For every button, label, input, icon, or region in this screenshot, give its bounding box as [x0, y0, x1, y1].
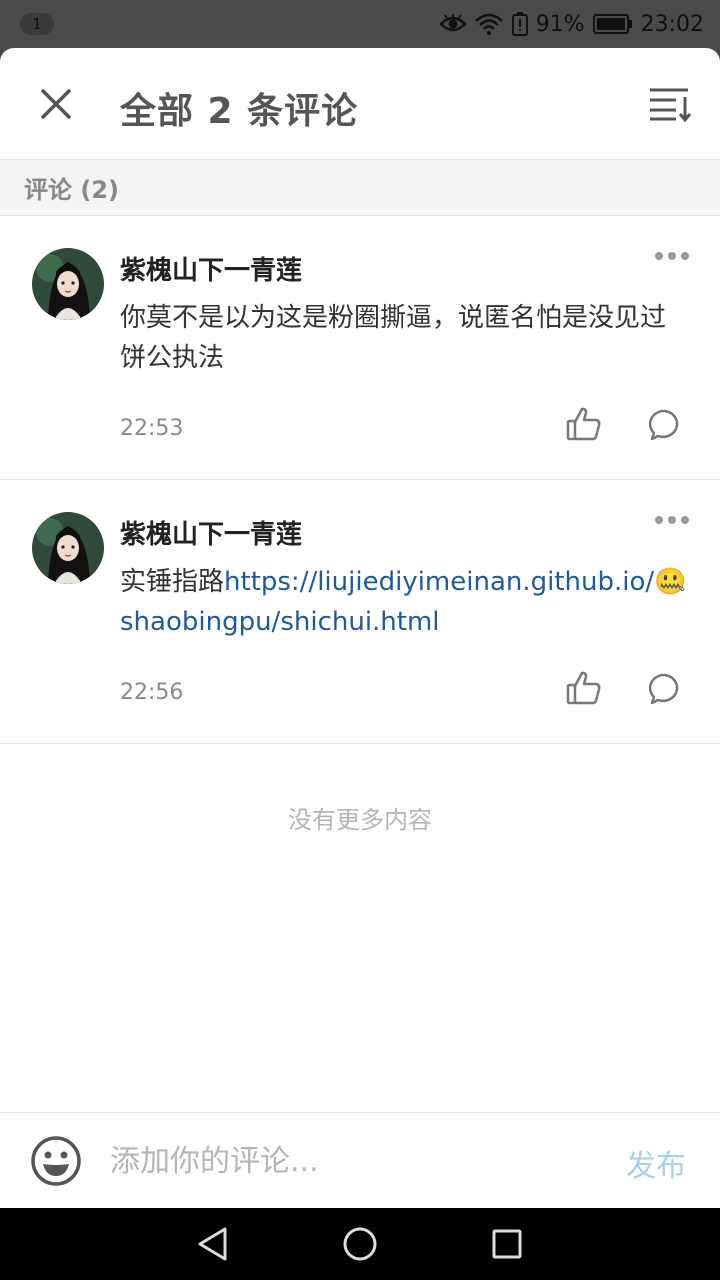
- notification-count-badge: 1: [20, 13, 54, 35]
- comment-item: 紫槐山下一青莲 实锤指路https://liujiediyimeinan.git…: [0, 480, 720, 744]
- publish-button[interactable]: 发布: [626, 1141, 686, 1185]
- comment-username[interactable]: 紫槐山下一青莲: [120, 250, 302, 287]
- status-icons: 91% 23:02: [439, 11, 704, 37]
- avatar[interactable]: [32, 248, 104, 320]
- home-button[interactable]: [340, 1224, 380, 1264]
- sheet-header: 全部 2 条评论: [0, 48, 720, 160]
- reply-button[interactable]: [648, 672, 682, 706]
- home-circle-icon: [343, 1227, 377, 1261]
- avatar[interactable]: [32, 512, 104, 584]
- battery-icon: [592, 14, 632, 34]
- comment-input-bar: 发布: [0, 1112, 720, 1208]
- status-bar: 1 91% 23:02: [0, 0, 720, 48]
- like-button[interactable]: [566, 406, 602, 442]
- close-icon: [41, 89, 71, 119]
- thumbs-up-icon: [566, 407, 601, 441]
- sort-button[interactable]: [648, 84, 692, 124]
- comment-link-continued[interactable]: shaobingpu/shichui.html: [120, 607, 440, 637]
- eye-icon: [439, 14, 466, 32]
- comment-input[interactable]: [110, 1135, 590, 1187]
- recents-button[interactable]: [487, 1224, 527, 1264]
- more-icon: [655, 516, 689, 524]
- comment-timestamp: 22:53: [120, 416, 184, 441]
- battery-percent: 91%: [535, 11, 585, 37]
- sort-icon: [650, 88, 692, 123]
- battery-alert-icon: [511, 12, 528, 36]
- section-label: 评论 (2): [0, 160, 720, 216]
- thumbs-up-icon: [566, 671, 601, 705]
- system-nav-bar: [0, 1208, 720, 1280]
- reply-button[interactable]: [648, 408, 682, 442]
- clock: 23:02: [640, 11, 704, 37]
- avatar-image: [32, 512, 104, 584]
- comment-bubble-icon: [648, 673, 679, 705]
- emoji-button[interactable]: [30, 1135, 82, 1187]
- like-button[interactable]: [566, 670, 602, 706]
- more-options-button[interactable]: [654, 512, 690, 528]
- comment-timestamp: 22:56: [120, 680, 184, 705]
- no-more-content-label: 没有更多内容: [288, 806, 432, 834]
- more-options-button[interactable]: [654, 248, 690, 264]
- close-button[interactable]: [36, 84, 76, 124]
- comments-sheet: 全部 2 条评论 评论 (2) 紫槐山下一青莲 你莫不是以为这是粉圈撕逼，说匿名…: [0, 48, 720, 1208]
- wifi-icon: [474, 13, 503, 35]
- comment-text-prefix: 实锤指路: [120, 567, 225, 597]
- smiley-icon: [31, 1136, 81, 1186]
- comment-bubble-icon: [648, 409, 679, 441]
- comment-link[interactable]: https://liujiediyimeinan.github.io/: [224, 567, 654, 597]
- more-icon: [655, 252, 689, 260]
- comment-text: 你莫不是以为这是粉圈撕逼，说匿名怕是没见过饼公执法: [120, 303, 667, 373]
- comment-item: 紫槐山下一青莲 你莫不是以为这是粉圈撕逼，说匿名怕是没见过饼公执法 22:53: [0, 216, 720, 480]
- back-button[interactable]: [193, 1224, 233, 1264]
- page-title: 全部 2 条评论: [120, 91, 359, 132]
- avatar-image: [32, 248, 104, 320]
- back-triangle-icon: [198, 1227, 227, 1261]
- zipper-mouth-emoji: 🤐: [654, 567, 687, 597]
- comment-username[interactable]: 紫槐山下一青莲: [120, 514, 302, 551]
- recents-square-icon: [492, 1229, 522, 1259]
- comment-text: 实锤指路https://liujiediyimeinan.github.io/🤐…: [120, 562, 690, 642]
